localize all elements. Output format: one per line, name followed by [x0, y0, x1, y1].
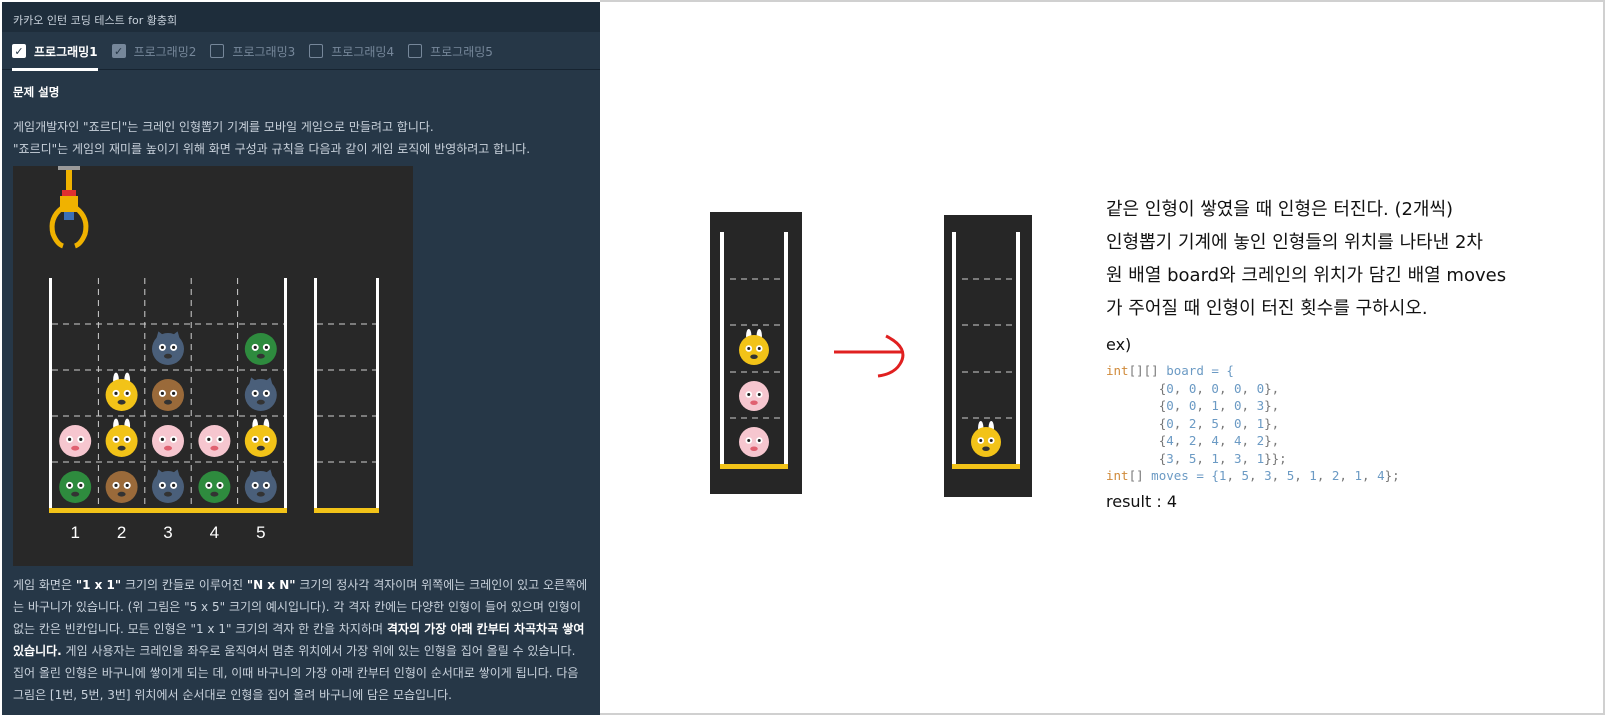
- red-arrow-icon: [834, 334, 905, 378]
- intro-line-1: 게임개발자인 "죠르디"는 크레인 인형뽑기 기계를 모바일 게임으로 만들려고…: [13, 120, 434, 134]
- doll-icon: [198, 471, 231, 503]
- doll-icon: [244, 377, 277, 411]
- problem-content: 문제 설명 게임개발자인 "죠르디"는 크레인 인형뽑기 기계를 모바일 게임으…: [2, 70, 600, 706]
- description-text: 크기의 칸들로 이루어진: [121, 578, 247, 592]
- basket-left-wall: [314, 278, 317, 510]
- code-line: {4, 2, 4, 4, 2},: [1158, 433, 1280, 448]
- doll-icon: [152, 469, 184, 503]
- tab-programming-3[interactable]: 프로그래밍3: [210, 32, 295, 70]
- check-icon: ✓: [111, 44, 126, 58]
- doll-icon: [198, 425, 231, 457]
- tab-label: 프로그래밍5: [430, 44, 493, 59]
- tab-label: 프로그래밍3: [232, 44, 296, 59]
- column-number: 4: [210, 523, 219, 542]
- pop-example-illustration: [710, 212, 1032, 497]
- basket-after: [944, 215, 1032, 497]
- tab-label: 프로그래밍4: [331, 44, 395, 59]
- checkbox-icon: [408, 44, 423, 58]
- tab-label: 프로그래밍1: [34, 44, 98, 59]
- tab-programming-2[interactable]: ✓ 프로그래밍2: [111, 32, 197, 70]
- basket-floor: [314, 508, 379, 513]
- doll-icon: [59, 425, 92, 457]
- basket-right-wall: [376, 278, 379, 510]
- crane-icon: [49, 166, 89, 249]
- code-line: {3, 5, 1, 3, 1}};: [1158, 450, 1287, 466]
- doll-icon: [152, 379, 184, 411]
- code-example: int[][] board = { {0, 0, 0, 0, 0}, {0, 0…: [1106, 362, 1400, 485]
- note-line-3: 원 배열 board와 크레인의 위치가 담긴 배열 moves: [1106, 265, 1507, 286]
- doll-icon: [244, 418, 277, 457]
- doll-icon: [244, 333, 277, 365]
- description-text: 게임 화면은: [13, 578, 76, 592]
- basket-before: [710, 212, 802, 494]
- problem-description: 게임 화면은 "1 x 1" 크기의 칸들로 이루어진 "N x N" 크기의 …: [13, 574, 588, 706]
- crane-game-illustration: 1 2 3 4 5: [13, 166, 413, 566]
- column-number: 1: [70, 523, 79, 542]
- problem-panel: 카카오 인턴 코딩 테스트 for 황충희 ✓ 프로그래밍1 ✓ 프로그래밍2 프로…: [2, 2, 600, 715]
- note-area: 같은 인형이 쌓였을 때 인형은 터진다. (2개씩) 인형뽑기 기계에 놓인 …: [600, 0, 1605, 715]
- doll-icon: [105, 372, 138, 411]
- note-line-2: 인형뽑기 기계에 놓인 인형들의 위치를 나타낸 2차: [1106, 232, 1483, 253]
- column-number: 2: [117, 523, 126, 542]
- checkbox-icon: [309, 44, 324, 58]
- example-label: ex): [1106, 335, 1132, 354]
- doll-icon: [59, 471, 92, 503]
- code-line: {0, 2, 5, 0, 1},: [1158, 415, 1280, 431]
- doll-icon: [105, 471, 138, 503]
- tab-programming-1[interactable]: ✓ 프로그래밍1: [12, 32, 98, 71]
- section-heading: 문제 설명: [13, 85, 60, 99]
- crane-game-svg: 1 2 3 4 5: [49, 166, 379, 542]
- code-line: int[][] board = {: [1106, 363, 1234, 378]
- result-text: result : 4: [1106, 492, 1178, 511]
- board-floor: [49, 508, 287, 513]
- doll-icon: [152, 331, 184, 365]
- intro-line-2: "죠르디"는 게임의 재미를 높이기 위해 화면 구성과 규칙을 다음과 같이 …: [13, 142, 531, 156]
- board-right-wall: [284, 278, 287, 510]
- tab-programming-4[interactable]: 프로그래밍4: [309, 32, 394, 70]
- code-line: {0, 0, 0, 0, 0},: [1158, 380, 1280, 396]
- code-line: {0, 0, 1, 0, 3},: [1158, 398, 1280, 413]
- note-line-1: 같은 인형이 쌓였을 때 인형은 터진다. (2개씩): [1106, 199, 1454, 220]
- checkbox-icon: [210, 44, 225, 58]
- code-line: int[] moves = {1, 5, 3, 5, 1, 2, 1, 4};: [1106, 468, 1400, 483]
- check-icon: ✓: [12, 44, 26, 58]
- column-number: 3: [163, 523, 172, 542]
- description-emphasis: "N x N": [246, 578, 296, 592]
- tab-programming-5[interactable]: 프로그래밍5: [408, 32, 493, 70]
- note-line-4: 가 주어질 때 인형이 터진 횟수를 구하시오.: [1106, 298, 1428, 319]
- note-text: 같은 인형이 쌓였을 때 인형은 터진다. (2개씩) 인형뽑기 기계에 놓인 …: [1106, 193, 1576, 325]
- board-left-wall: [49, 278, 52, 510]
- doll-icon: [152, 425, 184, 457]
- doll-icon: [739, 381, 769, 411]
- window-title: 카카오 인턴 코딩 테스트 for 황충희: [2, 2, 600, 32]
- doll-icon: [105, 418, 138, 457]
- tab-bar: ✓ 프로그래밍1 ✓ 프로그래밍2 프로그래밍3 프로그래밍4 프로그래밍5: [2, 32, 600, 71]
- doll-icon: [244, 469, 277, 503]
- description-text: 게임 사용자는 크레인을 좌우로 움직여서 멈춘 위치에서 가장 위에 있는 인…: [13, 644, 579, 702]
- doll-icon: [739, 427, 769, 457]
- column-number: 5: [256, 523, 265, 542]
- tab-label: 프로그래밍2: [133, 44, 197, 59]
- description-emphasis: "1 x 1": [75, 578, 122, 592]
